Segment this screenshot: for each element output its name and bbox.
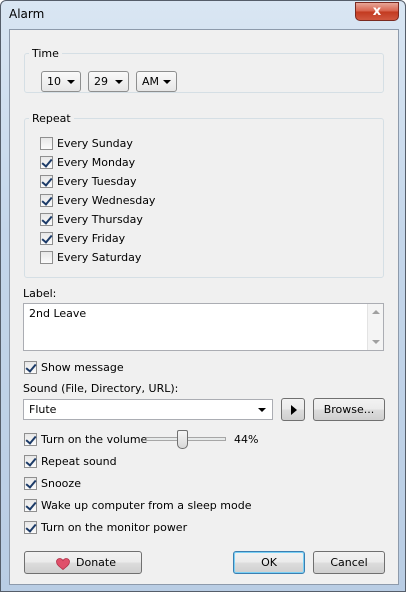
label-text: 2nd Leave <box>29 307 87 320</box>
close-icon: x <box>372 4 382 19</box>
hour-value: 10 <box>47 75 61 88</box>
checkbox-label: Every Friday <box>57 232 126 245</box>
sound-combo[interactable]: Flute <box>23 399 273 420</box>
ampm-value: AM <box>142 75 160 88</box>
cancel-button[interactable]: Cancel <box>313 551 385 574</box>
label-textarea[interactable]: 2nd Leave <box>23 303 384 351</box>
scroll-down-icon[interactable] <box>372 340 380 344</box>
window-title: Alarm <box>9 7 45 21</box>
checkbox-label: Every Sunday <box>57 137 133 150</box>
checkbox-label: Every Monday <box>57 156 136 169</box>
chevron-down-icon[interactable] <box>258 408 266 412</box>
checkbox-box[interactable] <box>40 175 53 188</box>
checkbox-box[interactable] <box>24 499 37 512</box>
checkbox-box[interactable] <box>40 213 53 226</box>
checkbox-label: Every Wednesday <box>57 194 156 207</box>
chevron-down-icon <box>115 80 123 84</box>
ok-button-label: OK <box>261 556 277 569</box>
checkbox-box[interactable] <box>24 455 37 468</box>
browse-button-label: Browse... <box>323 403 375 416</box>
dialog-body: Time 10 29 AM Repeat Every Sunday Every … <box>9 29 399 585</box>
cancel-button-label: Cancel <box>330 556 368 569</box>
donate-button[interactable]: Donate <box>24 551 142 574</box>
chevron-down-icon <box>163 80 171 84</box>
minute-value: 29 <box>94 75 108 88</box>
play-icon <box>291 405 297 415</box>
time-group: Time 10 29 AM <box>24 47 384 93</box>
browse-button[interactable]: Browse... <box>313 398 385 421</box>
checkbox-box[interactable] <box>40 232 53 245</box>
checkbox-label: Repeat sound <box>41 455 117 468</box>
ampm-select[interactable]: AM <box>136 71 177 92</box>
donate-button-label: Donate <box>76 556 116 569</box>
ok-button[interactable]: OK <box>233 551 305 574</box>
checkbox-box[interactable] <box>40 137 53 150</box>
title-bar: Alarm x <box>1 1 405 29</box>
sound-value: Flute <box>29 403 57 416</box>
alarm-window: Alarm x Time 10 29 AM Repeat Every Sunda… <box>0 0 406 592</box>
checkbox-label: Snooze <box>41 477 81 490</box>
checkbox-label: Every Saturday <box>57 251 142 264</box>
checkbox-label: Every Tuesday <box>57 175 137 188</box>
sound-caption: Sound (File, Directory, URL): <box>23 382 179 395</box>
checkbox-label: Turn on the volume <box>41 433 148 446</box>
label-scrollbar[interactable] <box>367 304 383 350</box>
checkbox-label: Wake up computer from a sleep mode <box>41 499 252 512</box>
checkbox-box[interactable] <box>40 194 53 207</box>
volume-percent: 44% <box>234 433 259 446</box>
checkbox-box[interactable] <box>24 433 37 446</box>
checkbox-box[interactable] <box>40 156 53 169</box>
checkbox-label: Show message <box>41 361 124 374</box>
repeat-group: Repeat Every Sunday Every Monday Every T… <box>24 112 384 278</box>
checkbox-label: Turn on the monitor power <box>41 521 188 534</box>
minute-select[interactable]: 29 <box>88 71 129 92</box>
scroll-up-icon[interactable] <box>372 310 380 314</box>
close-button[interactable]: x <box>355 2 399 21</box>
play-sound-button[interactable] <box>281 398 305 421</box>
label-caption: Label: <box>23 287 57 300</box>
checkbox-box[interactable] <box>40 251 53 264</box>
time-group-label: Time <box>29 47 62 60</box>
checkbox-box[interactable] <box>24 521 37 534</box>
repeat-group-label: Repeat <box>29 112 74 125</box>
checkbox-box[interactable] <box>24 361 37 374</box>
checkbox-label: Every Thursday <box>57 213 143 226</box>
checkbox-box[interactable] <box>24 477 37 490</box>
hour-select[interactable]: 10 <box>41 71 81 92</box>
heart-icon <box>56 558 70 570</box>
chevron-down-icon <box>67 80 75 84</box>
volume-slider-thumb[interactable] <box>176 430 188 449</box>
